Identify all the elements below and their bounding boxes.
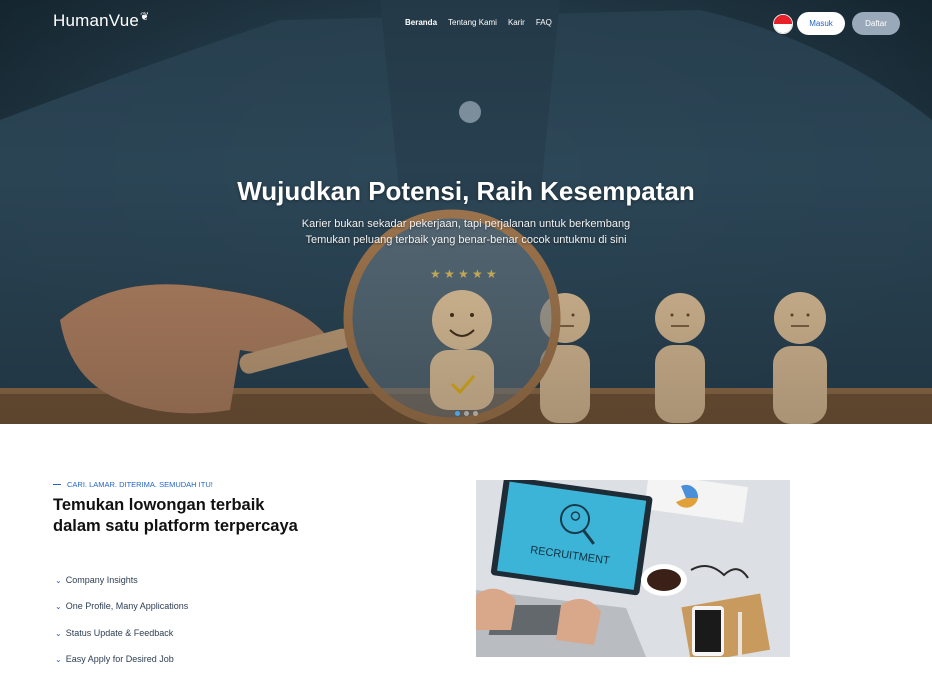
- hero-subtitle-line-2: Temukan peluang terbaik yang benar-benar…: [305, 234, 627, 246]
- indonesia-flag-icon[interactable]: [773, 14, 793, 34]
- nav-item-karir[interactable]: Karir: [508, 18, 525, 27]
- section-eyebrow: CARI. LAMAR. DITERIMA. SEMUDAH ITU!: [53, 480, 213, 489]
- nav-item-faq[interactable]: FAQ: [536, 18, 552, 27]
- feature-label: Status Update & Feedback: [65, 627, 174, 638]
- hero-subtitle: Karier bukan sekadar pekerjaan, tapi per…: [0, 216, 932, 248]
- feature-label: Company Insights: [65, 575, 138, 585]
- carousel-dot[interactable]: [473, 411, 478, 416]
- feature-item[interactable]: ⌄ Easy Apply for Desired Job: [55, 654, 188, 680]
- brand-logo[interactable]: HumanVue❦: [53, 11, 149, 31]
- nav-menu: Beranda Tentang Kami Karir FAQ: [405, 18, 552, 27]
- carousel-dot[interactable]: [464, 411, 469, 416]
- chevron-down-icon: ⌄: [55, 628, 62, 638]
- chevron-down-icon: ⌄: [55, 576, 62, 585]
- nav-item-beranda[interactable]: Beranda: [405, 18, 437, 27]
- feature-item[interactable]: ⌄ Status Update & Feedback: [55, 628, 188, 654]
- feature-label: Easy Apply for Desired Job: [65, 653, 174, 664]
- nav-item-tentang-kami[interactable]: Tentang Kami: [448, 18, 497, 27]
- feature-item[interactable]: ⌄ Company Insights: [55, 575, 188, 601]
- eyebrow-dash: [53, 484, 61, 485]
- recruitment-illustration: RECRUITMENT: [476, 480, 790, 657]
- hero-subtitle-line-1: Karier bukan sekadar pekerjaan, tapi per…: [301, 218, 631, 230]
- chevron-down-icon: ⌄: [55, 602, 62, 612]
- hero-title: Wujudkan Potensi, Raih Kesempatan: [237, 176, 695, 206]
- brand-logo-text: HumanVue: [53, 11, 140, 30]
- feature-label: One Profile, Many Applications: [65, 601, 189, 612]
- register-button[interactable]: Daftar: [852, 12, 900, 35]
- feature-list: ⌄ Company Insights ⌄ One Profile, Many A…: [55, 575, 188, 680]
- login-button[interactable]: Masuk: [797, 12, 845, 35]
- hero-overlay: [0, 0, 932, 424]
- chevron-down-icon: ⌄: [55, 654, 62, 664]
- section-headline: Temukan lowongan terbaik dalam satu plat…: [53, 496, 298, 535]
- feature-item[interactable]: ⌄ One Profile, Many Applications: [55, 601, 188, 627]
- hero-banner: ★★★★★ HumanVue❦ Beranda Tentang Kami Kar…: [0, 0, 932, 424]
- leaf-icon: ❦: [140, 11, 150, 23]
- carousel-dot[interactable]: [455, 411, 460, 416]
- carousel-indicators: [455, 411, 478, 416]
- eyebrow-text: CARI. LAMAR. DITERIMA. SEMUDAH ITU!: [67, 480, 213, 489]
- top-navigation: HumanVue❦ Beranda Tentang Kami Karir FAQ…: [0, 0, 932, 46]
- recruitment-photo: RECRUITMENT: [476, 480, 790, 657]
